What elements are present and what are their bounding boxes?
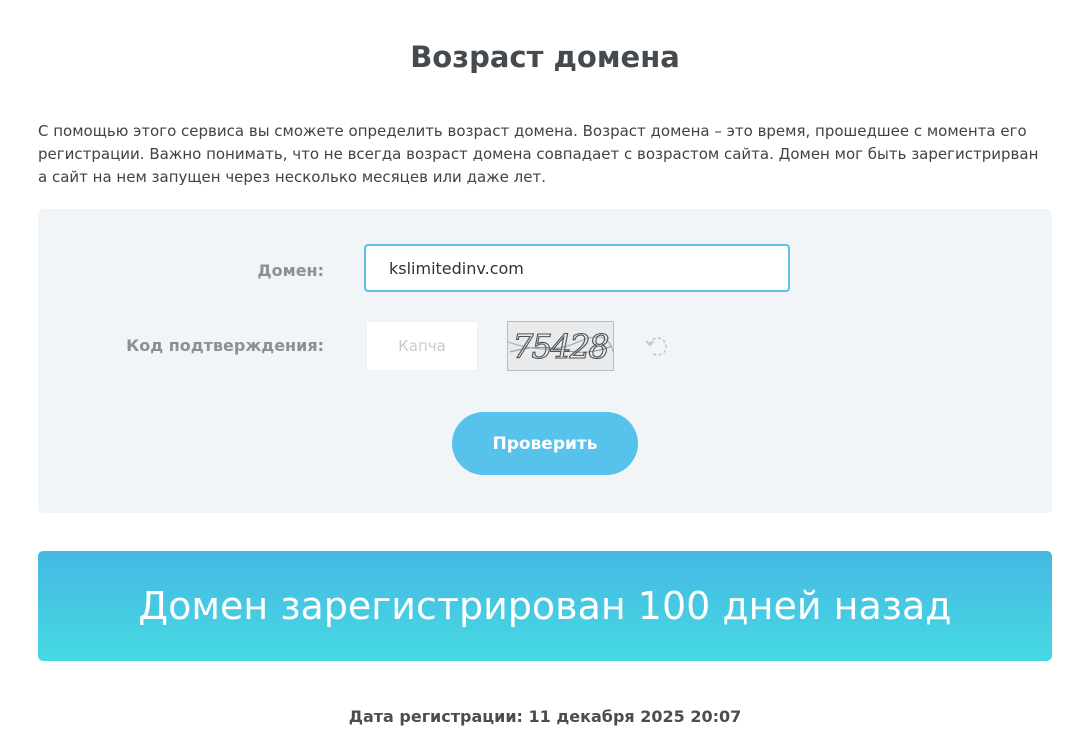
result-message: Домен зарегистрирован 100 дней назад xyxy=(138,584,952,628)
result-banner: Домен зарегистрирован 100 дней назад xyxy=(38,551,1052,661)
check-button[interactable]: Проверить xyxy=(452,412,638,475)
captcha-label: Код подтверждения: xyxy=(126,336,324,355)
captcha-image: 75428 xyxy=(507,321,614,371)
domain-input[interactable] xyxy=(364,244,790,292)
page-description: С помощью этого сервиса вы сможете опред… xyxy=(38,122,1039,186)
page-title: Возраст домена xyxy=(410,40,680,74)
domain-check-form: Домен: Код подтверждения: 75428 Проверит… xyxy=(38,209,1052,513)
refresh-icon[interactable] xyxy=(643,333,671,361)
captcha-code: 75428 xyxy=(513,327,609,366)
registration-date: Дата регистрации: 11 декабря 2025 20:07 xyxy=(348,707,742,726)
captcha-input[interactable] xyxy=(366,321,478,371)
captcha-graphic: 75428 xyxy=(508,326,613,367)
domain-label: Домен: xyxy=(257,261,324,280)
